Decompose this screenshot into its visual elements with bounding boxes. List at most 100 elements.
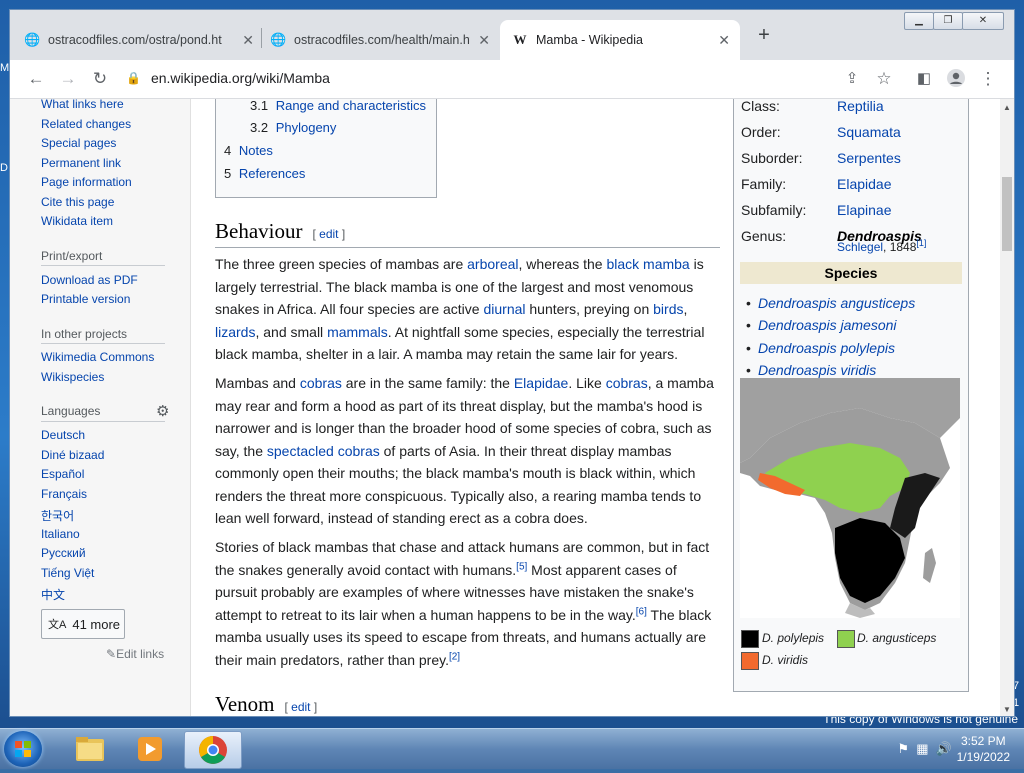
sidebar-lang-chinese[interactable]: 中文 — [41, 586, 65, 603]
species-polylepis[interactable]: Dendroaspis polylepis — [746, 340, 895, 356]
species-jamesoni[interactable]: Dendroaspis jamesoni — [746, 317, 896, 333]
taxo-value-subfamily[interactable]: Elapinae — [837, 202, 892, 218]
toc-item-references[interactable]: 5 References — [224, 166, 305, 181]
species-angusticeps[interactable]: Dendroaspis angusticeps — [746, 295, 915, 311]
edit-links-link[interactable]: ✎Edit links — [106, 647, 164, 661]
sidebar-link-page-information[interactable]: Page information — [41, 175, 132, 189]
sidebar-link-cite-this-page[interactable]: Cite this page — [41, 195, 114, 209]
toc-item-range[interactable]: 3.1 Range and characteristics — [250, 99, 426, 113]
gear-icon[interactable]: ⚙ — [156, 402, 169, 420]
wikipedia-page: What links here Related changes Special … — [10, 99, 1014, 716]
action-center-flag-icon[interactable]: ⚑ — [897, 741, 909, 756]
tab-title: ostracodfiles.com/health/main.htm — [294, 33, 470, 47]
scroll-thumb[interactable] — [1002, 177, 1012, 251]
sidebar-link-download-pdf[interactable]: Download as PDF — [41, 273, 138, 287]
link-lizards[interactable]: lizards — [215, 324, 255, 340]
taxo-value-order[interactable]: Squamata — [837, 124, 901, 140]
sidebar-heading-languages: Languages — [41, 404, 101, 418]
taskbar: ⚑ ▦ 🔊 3:52 PM 1/19/2022 — [0, 728, 1024, 769]
sidebar-link-wikimedia-commons[interactable]: Wikimedia Commons — [41, 350, 154, 364]
link-mammals[interactable]: mammals — [327, 324, 388, 340]
text-span: hunters, preying on — [525, 301, 654, 317]
minimize-button[interactable]: ▁ — [904, 12, 934, 30]
taskbar-media-player[interactable] — [122, 731, 178, 767]
taxo-value-suborder[interactable]: Serpentes — [837, 150, 901, 166]
paragraph-3: Stories of black mambas that chase and a… — [215, 536, 715, 671]
distribution-map[interactable] — [740, 378, 960, 618]
link-schlegel[interactable]: Schlegel — [837, 240, 883, 254]
link-cobras[interactable]: cobras — [300, 375, 342, 391]
citation-ref[interactable]: [5] — [516, 561, 527, 572]
menu-kebab-icon[interactable]: ⋮ — [978, 69, 998, 89]
address-bar[interactable]: 🔒 en.wikipedia.org/wiki/Mamba — [126, 64, 866, 92]
citation-ref[interactable]: [2] — [449, 651, 460, 662]
citation-ref[interactable]: [1] — [916, 238, 926, 248]
close-icon[interactable]: ✕ — [718, 32, 730, 49]
tab-mamba-wikipedia[interactable]: W Mamba - Wikipedia ✕ — [500, 20, 740, 60]
page-scrollbar[interactable]: ▲ ▼ — [1000, 99, 1014, 716]
browser-window: ▁ ❐ ✕ 🌐 ostracodfiles.com/ostra/pond.htm… — [10, 10, 1014, 716]
forward-arrow-icon[interactable]: → — [58, 69, 78, 89]
share-icon[interactable]: ⇪ — [842, 69, 862, 87]
reload-icon[interactable]: ↻ — [90, 69, 110, 89]
taxobox: Class: Reptilia Order: Squamata Suborder… — [733, 99, 969, 692]
sidebar-lang-deutsch[interactable]: Deutsch — [41, 428, 85, 442]
sidebar-link-printable-version[interactable]: Printable version — [41, 292, 130, 306]
scroll-up-arrow[interactable]: ▲ — [1000, 103, 1014, 112]
africa-map-image — [740, 378, 960, 618]
more-languages-button[interactable]: 文A 41 more — [41, 609, 125, 639]
table-of-contents: 3.1 Range and characteristics 3.2 Phylog… — [215, 99, 437, 198]
sidebar-link-permanent-link[interactable]: Permanent link — [41, 156, 121, 170]
link-elapidae[interactable]: Elapidae — [514, 375, 569, 391]
link-diurnal[interactable]: diurnal — [483, 301, 525, 317]
volume-icon[interactable]: 🔊 — [936, 741, 952, 756]
link-cobras-2[interactable]: cobras — [606, 375, 648, 391]
close-icon[interactable]: ✕ — [242, 32, 254, 49]
close-icon[interactable]: ✕ — [478, 32, 490, 49]
species-viridis[interactable]: Dendroaspis viridis — [746, 362, 876, 378]
side-panel-icon[interactable]: ◧ — [914, 69, 934, 87]
start-button[interactable] — [4, 731, 42, 767]
new-tab-button[interactable]: + — [752, 24, 776, 47]
toc-item-notes[interactable]: 4 Notes — [224, 143, 273, 158]
sidebar-link-what-links-here[interactable]: What links here — [41, 99, 124, 111]
text-span: Mambas and — [215, 375, 300, 391]
link-spectacled-cobras[interactable]: spectacled cobras — [267, 443, 380, 459]
close-window-button[interactable]: ✕ — [962, 12, 1004, 30]
link-arboreal[interactable]: arboreal — [467, 256, 518, 272]
tab-pond[interactable]: 🌐 ostracodfiles.com/ostra/pond.htm ✕ — [24, 20, 264, 60]
sidebar-lang-russian[interactable]: Русский — [41, 546, 86, 560]
edit-section-link[interactable]: edit — [291, 700, 310, 714]
profile-avatar-icon[interactable] — [946, 69, 966, 92]
sidebar-lang-dine-bizaad[interactable]: Diné bizaad — [41, 448, 104, 462]
scroll-down-arrow[interactable]: ▼ — [1000, 705, 1014, 714]
chrome-icon — [199, 736, 227, 764]
toc-item-phylogeny[interactable]: 3.2 Phylogeny — [250, 120, 336, 135]
bookmark-star-icon[interactable]: ☆ — [874, 69, 894, 89]
taxo-value-family[interactable]: Elapidae — [837, 176, 892, 192]
link-birds[interactable]: birds — [653, 301, 683, 317]
sidebar-lang-francais[interactable]: Français — [41, 487, 87, 501]
back-arrow-icon[interactable]: ← — [26, 69, 46, 89]
paragraph-2: Mambas and cobras are in the same family… — [215, 372, 715, 530]
taskbar-chrome[interactable] — [184, 731, 242, 769]
tab-health[interactable]: 🌐 ostracodfiles.com/health/main.htm ✕ — [270, 20, 500, 60]
edit-section-link[interactable]: edit — [319, 227, 338, 241]
sidebar-link-related-changes[interactable]: Related changes — [41, 117, 131, 131]
link-black-mamba[interactable]: black mamba — [606, 256, 689, 272]
taxo-value-class[interactable]: Reptilia — [837, 99, 884, 114]
taskbar-explorer[interactable] — [62, 731, 118, 767]
maximize-button[interactable]: ❐ — [933, 12, 963, 30]
network-icon[interactable]: ▦ — [916, 741, 928, 756]
toc-num: 3.1 — [250, 99, 269, 113]
taskbar-clock[interactable]: 3:52 PM 1/19/2022 — [957, 733, 1010, 765]
sidebar-lang-korean[interactable]: 한국어 — [41, 507, 74, 524]
sidebar-lang-espanol[interactable]: Español — [41, 467, 84, 481]
sidebar-link-wikispecies[interactable]: Wikispecies — [41, 370, 104, 384]
clock-date: 1/19/2022 — [956, 750, 1010, 764]
sidebar-lang-tieng-viet[interactable]: Tiếng Việt — [41, 566, 94, 580]
sidebar-link-wikidata-item[interactable]: Wikidata item — [41, 214, 113, 228]
sidebar-lang-italiano[interactable]: Italiano — [41, 527, 80, 541]
citation-ref[interactable]: [6] — [636, 606, 647, 617]
sidebar-link-special-pages[interactable]: Special pages — [41, 136, 116, 150]
